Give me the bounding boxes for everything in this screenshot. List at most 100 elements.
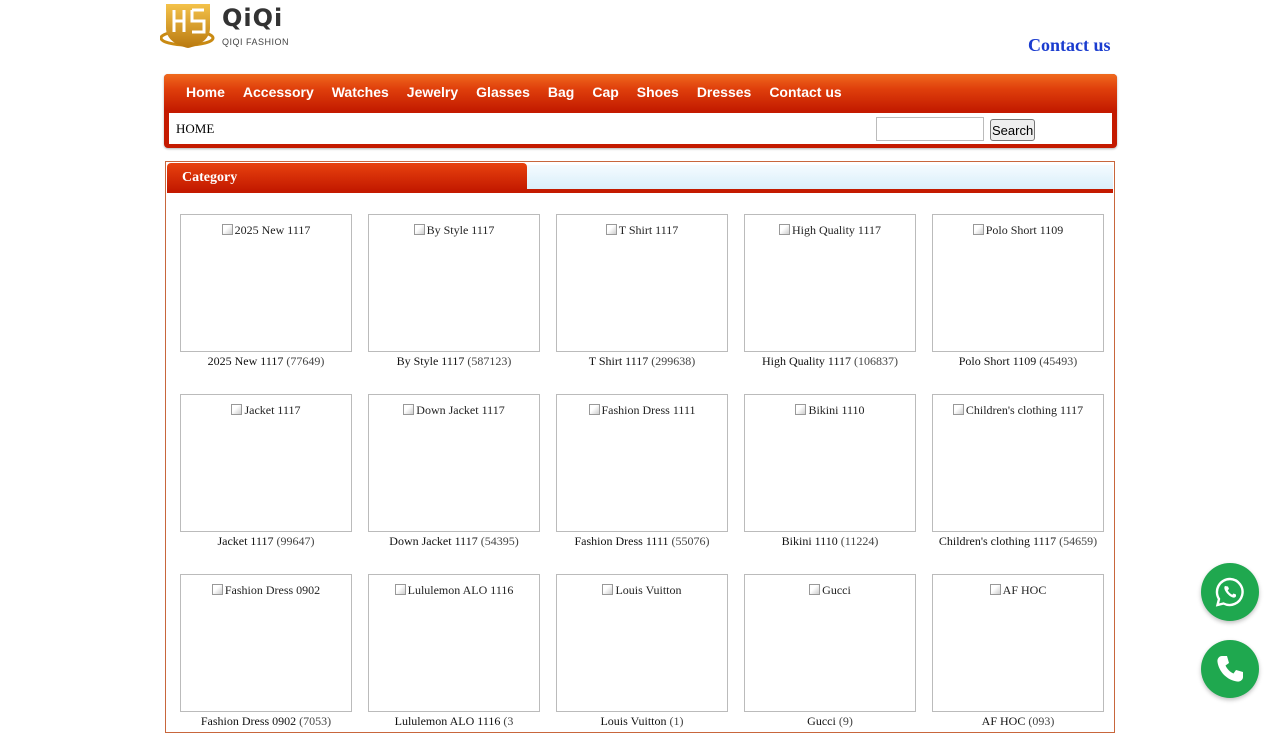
category-count: (99647) xyxy=(276,534,315,548)
category-thumbnail[interactable]: AF HOC xyxy=(932,574,1104,712)
category-name[interactable]: T Shirt 1117 xyxy=(589,354,649,368)
category-caption[interactable]: Lululemon ALO 1116 (3 xyxy=(358,714,550,729)
whatsapp-button[interactable] xyxy=(1201,563,1259,621)
category-panel: Category 2025 New 1117 2025 New 1117 (776… xyxy=(165,161,1115,733)
category-thumbnail[interactable]: By Style 1117 xyxy=(368,214,540,352)
category-caption[interactable]: AF HOC (093) xyxy=(922,714,1114,729)
breadcrumb[interactable]: HOME xyxy=(176,121,214,137)
category-item[interactable]: Gucci Gucci (9) xyxy=(744,574,916,734)
category-caption[interactable]: T Shirt 1117 (299638) xyxy=(546,354,738,369)
category-item[interactable]: Louis Vuitton Louis Vuitton (1) xyxy=(556,574,728,734)
category-name[interactable]: Fashion Dress 1111 xyxy=(575,534,669,548)
category-count: (587123) xyxy=(467,354,512,368)
category-name[interactable]: High Quality 1117 xyxy=(762,354,851,368)
phone-button[interactable] xyxy=(1201,640,1259,698)
nav-item-dresses[interactable]: Dresses xyxy=(688,74,761,110)
nav-item-cap[interactable]: Cap xyxy=(583,74,627,110)
search-input[interactable] xyxy=(876,117,984,141)
category-name[interactable]: By Style 1117 xyxy=(397,354,465,368)
category-item[interactable]: Jacket 1117 Jacket 1117 (99647) xyxy=(180,394,352,554)
nav-item-watches[interactable]: Watches xyxy=(323,74,398,110)
nav-item-home[interactable]: Home xyxy=(177,74,234,110)
category-item[interactable]: By Style 1117 By Style 1117 (587123) xyxy=(368,214,540,374)
category-thumbnail[interactable]: High Quality 1117 xyxy=(744,214,916,352)
broken-image-alt-text: Gucci xyxy=(755,581,905,600)
category-caption[interactable]: Polo Short 1109 (45493) xyxy=(922,354,1114,369)
category-thumbnail[interactable]: 2025 New 1117 xyxy=(180,214,352,352)
category-caption[interactable]: Gucci (9) xyxy=(734,714,926,729)
category-count: (106837) xyxy=(854,354,899,368)
nav-item-accessory[interactable]: Accessory xyxy=(234,74,323,110)
category-thumbnail[interactable]: Gucci xyxy=(744,574,916,712)
broken-image-alt-text: T Shirt 1117 xyxy=(567,221,717,240)
category-name[interactable]: Fashion Dress 0902 xyxy=(201,714,296,728)
category-name[interactable]: Polo Short 1109 xyxy=(959,354,1037,368)
category-item[interactable]: 2025 New 1117 2025 New 1117 (77649) xyxy=(180,214,352,374)
broken-image-alt-text: Fashion Dress 0902 xyxy=(191,581,341,600)
category-item[interactable]: Polo Short 1109 Polo Short 1109 (45493) xyxy=(932,214,1104,374)
category-thumbnail[interactable]: Louis Vuitton xyxy=(556,574,728,712)
category-caption[interactable]: 2025 New 1117 (77649) xyxy=(170,354,362,369)
category-caption[interactable]: Jacket 1117 (99647) xyxy=(170,534,362,549)
search-button[interactable]: Search xyxy=(990,119,1036,141)
sub-bar: HOME Search xyxy=(169,113,1112,144)
category-item[interactable]: Lululemon ALO 1116 Lululemon ALO 1116 (3 xyxy=(368,574,540,734)
category-thumbnail[interactable]: Down Jacket 1117 xyxy=(368,394,540,532)
category-header: Category xyxy=(167,163,527,190)
broken-image-alt-text: 2025 New 1117 xyxy=(191,221,341,240)
category-name[interactable]: 2025 New 1117 xyxy=(208,354,284,368)
category-item[interactable]: Fashion Dress 0902 Fashion Dress 0902 (70… xyxy=(180,574,352,734)
category-caption[interactable]: Down Jacket 1117 (54395) xyxy=(358,534,550,549)
nav-item-jewelry[interactable]: Jewelry xyxy=(398,74,467,110)
category-thumbnail[interactable]: Bikini 1110 xyxy=(744,394,916,532)
broken-image-alt-text: Louis Vuitton xyxy=(567,581,717,600)
category-item[interactable]: Fashion Dress 1111 Fashion Dress 1111 (55… xyxy=(556,394,728,554)
broken-image-alt-text: Fashion Dress 1111 xyxy=(567,401,717,420)
nav-item-glasses[interactable]: Glasses xyxy=(467,74,539,110)
category-name[interactable]: Jacket 1117 xyxy=(217,534,273,548)
category-thumbnail[interactable]: Jacket 1117 xyxy=(180,394,352,532)
category-caption[interactable]: High Quality 1117 (106837) xyxy=(734,354,926,369)
nav-item-bag[interactable]: Bag xyxy=(539,74,583,110)
category-thumbnail[interactable]: T Shirt 1117 xyxy=(556,214,728,352)
contact-us-link[interactable]: Contact us xyxy=(1028,35,1111,56)
category-thumbnail[interactable]: Lululemon ALO 1116 xyxy=(368,574,540,712)
category-item[interactable]: Children's clothing 1117 Children's cloth… xyxy=(932,394,1104,554)
category-name[interactable]: Down Jacket 1117 xyxy=(389,534,477,548)
category-item[interactable]: Down Jacket 1117 Down Jacket 1117 (54395) xyxy=(368,394,540,554)
category-name[interactable]: Children's clothing 1117 xyxy=(939,534,1056,548)
category-count: (1) xyxy=(669,714,684,728)
nav-item-contact-us[interactable]: Contact us xyxy=(760,74,850,110)
logo-shield-icon xyxy=(160,4,215,48)
category-item[interactable]: Bikini 1110 Bikini 1110 (11224) xyxy=(744,394,916,554)
phone-icon xyxy=(1217,656,1243,682)
broken-image-alt-text: Down Jacket 1117 xyxy=(379,401,529,420)
category-thumbnail[interactable]: Polo Short 1109 xyxy=(932,214,1104,352)
category-thumbnail[interactable]: Children's clothing 1117 xyxy=(932,394,1104,532)
category-item[interactable]: AF HOC AF HOC (093) xyxy=(932,574,1104,734)
category-count: (9) xyxy=(838,714,853,728)
category-count: (3 xyxy=(503,714,514,728)
category-caption[interactable]: Louis Vuitton (1) xyxy=(546,714,738,729)
category-caption[interactable]: Fashion Dress 1111 (55076) xyxy=(546,534,738,549)
category-count: (54395) xyxy=(480,534,519,548)
category-thumbnail[interactable]: Fashion Dress 1111 xyxy=(556,394,728,532)
category-thumbnail[interactable]: Fashion Dress 0902 xyxy=(180,574,352,712)
category-name[interactable]: AF HOC xyxy=(982,714,1026,728)
category-name[interactable]: Louis Vuitton xyxy=(600,714,666,728)
category-caption[interactable]: Fashion Dress 0902 (7053) xyxy=(170,714,362,729)
category-item[interactable]: T Shirt 1117 T Shirt 1117 (299638) xyxy=(556,214,728,374)
category-name[interactable]: Gucci xyxy=(807,714,836,728)
category-name[interactable]: Bikini 1110 xyxy=(782,534,838,548)
category-caption[interactable]: Bikini 1110 (11224) xyxy=(734,534,926,549)
nav-list: Home Accessory Watches Jewelry Glasses Bag Cap… xyxy=(177,74,851,110)
category-count: (54659) xyxy=(1059,534,1098,548)
category-name[interactable]: Lululemon ALO 1116 xyxy=(395,714,501,728)
category-count: (45493) xyxy=(1039,354,1078,368)
nav-item-shoes[interactable]: Shoes xyxy=(628,74,688,110)
category-caption[interactable]: By Style 1117 (587123) xyxy=(358,354,550,369)
category-caption[interactable]: Children's clothing 1117 (54659) xyxy=(922,534,1114,549)
main-nav: Home Accessory Watches Jewelry Glasses Bag Cap… xyxy=(164,74,1117,110)
logo[interactable]: QiQi QIQI FASHION xyxy=(160,0,300,50)
category-item[interactable]: High Quality 1117 High Quality 1117 (1068… xyxy=(744,214,916,374)
